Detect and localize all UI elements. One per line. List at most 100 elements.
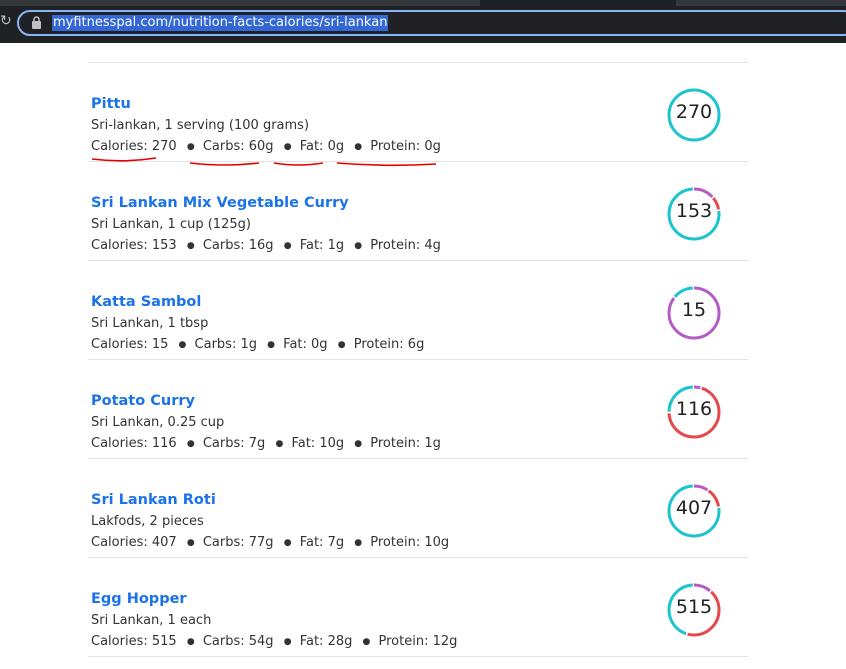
carbs-label: Carbs:: [194, 337, 237, 352]
calorie-ring: 116: [666, 384, 722, 440]
protein-label: Protein:: [370, 535, 421, 550]
fat-value: 10g: [319, 436, 345, 451]
calories-label: Calories:: [91, 238, 148, 253]
separator-dot: ●: [337, 340, 346, 350]
url-text[interactable]: myfitnesspal.com/nutrition-facts-calorie…: [52, 15, 389, 31]
macro-summary: Calories: 270 ● Carbs: 60g ● Fat: 0g ● P…: [91, 139, 441, 156]
macro-summary: Calories: 15 ● Carbs: 1g ● Fat: 0g ● Pro…: [91, 337, 424, 354]
calories-value: 270: [151, 139, 177, 154]
food-name-link[interactable]: Egg Hopper: [91, 591, 187, 608]
fat-label: Fat:: [291, 436, 316, 451]
calorie-ring: 153: [666, 186, 722, 242]
calories-value: 15: [151, 337, 169, 352]
calories-value: 515: [151, 634, 177, 649]
protein-value: 4g: [424, 238, 441, 253]
calories-value: 116: [151, 436, 177, 451]
calorie-ring: 15: [666, 285, 722, 341]
browser-toolbar: ↻ myfitnesspal.com/nutrition-facts-calor…: [0, 0, 846, 43]
separator-dot: ●: [178, 340, 187, 350]
calorie-ring: 515: [666, 582, 722, 638]
calories-value: 407: [151, 535, 177, 550]
separator-dot: ●: [186, 439, 195, 449]
list-item: Sri Lankan Roti Lakfods, 2 pieces Calori…: [88, 459, 748, 558]
separator-dot: ●: [186, 142, 195, 152]
protein-value: 0g: [424, 139, 441, 154]
macro-summary: Calories: 116 ● Carbs: 7g ● Fat: 10g ● P…: [91, 436, 441, 453]
food-name-link[interactable]: Potato Curry: [91, 393, 195, 410]
calorie-count: 15: [681, 299, 707, 321]
separator-dot: ●: [186, 241, 195, 251]
serving-size: Sri Lankan, 1 tbsp: [91, 316, 209, 331]
fat-value: 1g: [327, 238, 345, 253]
browser-tab[interactable]: [676, 0, 846, 6]
serving-size: Sri Lankan, 1 each: [91, 613, 212, 628]
protein-label: Protein:: [353, 337, 404, 352]
calories-label: Calories:: [91, 139, 148, 154]
reload-icon[interactable]: ↻: [0, 12, 12, 30]
separator-dot: ●: [283, 538, 292, 548]
calories-value: 153: [151, 238, 177, 253]
protein-value: 12g: [432, 634, 458, 649]
calorie-count: 270: [675, 101, 713, 123]
carbs-label: Carbs:: [202, 139, 245, 154]
separator-dot: ●: [267, 340, 276, 350]
address-bar[interactable]: myfitnesspal.com/nutrition-facts-calorie…: [17, 10, 846, 36]
protein-label: Protein:: [370, 436, 421, 451]
serving-size: Sri Lankan, 1 cup (125g): [91, 217, 251, 232]
protein-value: 6g: [407, 337, 425, 352]
fat-label: Fat:: [299, 535, 324, 550]
list-item: Sri Lankan Mix Vegetable Curry Sri Lanka…: [88, 162, 748, 261]
carbs-value: 54g: [248, 634, 274, 649]
calorie-count: 407: [675, 497, 713, 519]
separator-dot: ●: [275, 439, 284, 449]
carbs-value: 60g: [248, 139, 274, 154]
calorie-ring: 270: [666, 87, 722, 143]
calorie-ring: 407: [666, 483, 722, 539]
macro-summary: Calories: 515 ● Carbs: 54g ● Fat: 28g ● …: [91, 634, 457, 651]
lock-icon: [32, 16, 41, 29]
calories-label: Calories:: [91, 634, 148, 649]
food-name-link[interactable]: Sri Lankan Roti: [91, 492, 216, 509]
protein-value: 10g: [424, 535, 450, 550]
carbs-label: Carbs:: [202, 238, 245, 253]
carbs-value: 77g: [248, 535, 274, 550]
calories-label: Calories:: [91, 535, 148, 550]
food-name-link[interactable]: Pittu: [91, 96, 131, 113]
calorie-count: 153: [675, 200, 713, 222]
protein-label: Protein:: [370, 139, 421, 154]
carbs-value: 7g: [248, 436, 266, 451]
calorie-count: 116: [675, 398, 713, 420]
separator-dot: ●: [283, 241, 292, 251]
separator-dot: ●: [362, 637, 371, 647]
separator-dot: ●: [283, 637, 292, 647]
browser-tab[interactable]: [0, 0, 480, 6]
food-name-link[interactable]: Katta Sambol: [91, 294, 201, 311]
separator-dot: ●: [354, 241, 363, 251]
separator-dot: ●: [354, 538, 363, 548]
fat-value: 7g: [327, 535, 345, 550]
list-item: Katta Sambol Sri Lankan, 1 tbsp Calories…: [88, 261, 748, 360]
macro-summary: Calories: 407 ● Carbs: 77g ● Fat: 7g ● P…: [91, 535, 449, 552]
fat-value: 0g: [311, 337, 328, 352]
separator-dot: ●: [186, 637, 195, 647]
list-item: Pittu Sri-lankan, 1 serving (100 grams) …: [88, 63, 748, 162]
separator-dot: ●: [354, 439, 363, 449]
separator-dot: ●: [186, 538, 195, 548]
fat-value: 0g: [327, 139, 345, 154]
list-item: Egg Hopper Sri Lankan, 1 each Calories: …: [88, 558, 748, 657]
calories-label: Calories:: [91, 337, 148, 352]
macro-summary: Calories: 153 ● Carbs: 16g ● Fat: 1g ● P…: [91, 238, 441, 255]
separator-dot: ●: [354, 142, 363, 152]
fat-label: Fat:: [283, 337, 307, 352]
serving-size: Sri Lankan, 0.25 cup: [91, 415, 225, 430]
calories-label: Calories:: [91, 436, 148, 451]
serving-size: Lakfods, 2 pieces: [91, 514, 204, 529]
calorie-count: 515: [675, 596, 713, 618]
list-item: Potato Curry Sri Lankan, 0.25 cup Calori…: [88, 360, 748, 459]
fat-value: 28g: [327, 634, 353, 649]
serving-size: Sri-lankan, 1 serving (100 grams): [91, 118, 310, 133]
protein-value: 1g: [424, 436, 441, 451]
food-name-link[interactable]: Sri Lankan Mix Vegetable Curry: [91, 195, 349, 212]
protein-label: Protein:: [378, 634, 429, 649]
fat-label: Fat:: [299, 139, 324, 154]
